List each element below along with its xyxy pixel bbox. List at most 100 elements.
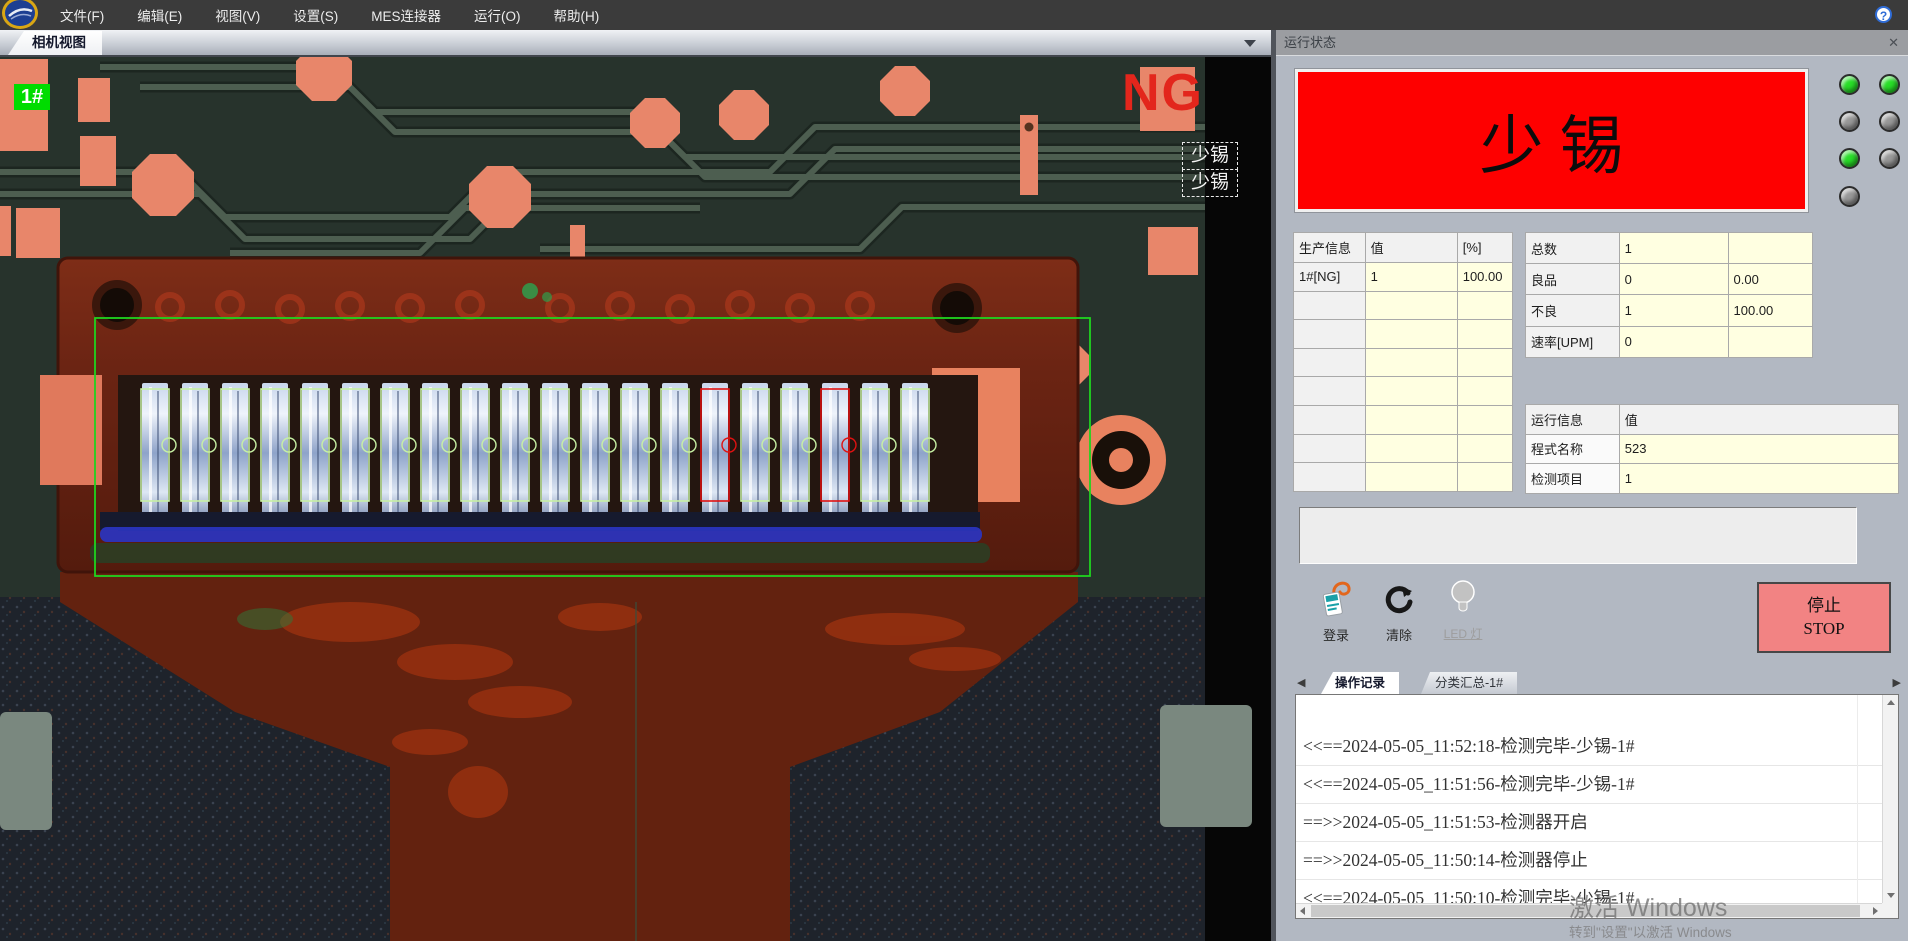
- totals-table: 总数1良品00.00不良1100.00速率[UPM]0: [1525, 232, 1813, 358]
- row-value-cell: [1365, 463, 1457, 492]
- camera-panel: 相机视图: [0, 30, 1272, 941]
- table-row: 检测项目1: [1526, 464, 1899, 494]
- row-label-cell: [1294, 405, 1366, 434]
- row-value-cell: 100.00: [1728, 295, 1812, 326]
- clear-button[interactable]: 清除: [1370, 583, 1428, 644]
- table-header-cell: 运行信息: [1526, 405, 1620, 435]
- windows-activation-watermark: 激活 Windows: [1569, 888, 1727, 924]
- table-row: [1294, 434, 1513, 463]
- table-row: [1294, 463, 1513, 492]
- table-row: 1#[NG]1100.00: [1294, 263, 1513, 292]
- run-info-table: 运行信息值程式名称523检测项目1: [1525, 404, 1899, 494]
- status-lamp-off: [1879, 111, 1900, 132]
- table-row: [1294, 291, 1513, 320]
- stop-button[interactable]: 停止 STOP: [1757, 582, 1891, 653]
- table-row: [1294, 348, 1513, 377]
- row-value-cell: [1365, 348, 1457, 377]
- row-value-cell: [1457, 291, 1512, 320]
- led-label: LED 灯: [1434, 625, 1492, 642]
- table-row: 程式名称523: [1526, 434, 1899, 464]
- scroll-up-icon[interactable]: [1887, 700, 1895, 705]
- table-row: 不良1100.00: [1526, 295, 1813, 326]
- menu-items: 文件(F) 编辑(E) 视图(V) 设置(S) MES连接器 运行(O) 帮助(H): [60, 0, 599, 30]
- tab-dropdown-icon[interactable]: [1244, 40, 1256, 47]
- row-value-cell: 100.00: [1457, 263, 1512, 292]
- alarm-text: 少锡: [1464, 95, 1640, 187]
- panel-header: 运行状态 ✕: [1276, 30, 1908, 56]
- operation-log-list: <<==2024-05-05_11:52:18-检测完毕-少锡-1#<<==20…: [1295, 694, 1899, 919]
- log-entry: ==>>2024-05-05_11:51:53-检测器开启: [1296, 804, 1882, 842]
- station-label: 1#: [14, 84, 50, 110]
- row-value-cell: [1365, 377, 1457, 406]
- scroll-left-icon[interactable]: [1300, 907, 1305, 915]
- row-label-cell: [1294, 377, 1366, 406]
- application-window: 文件(F) 编辑(E) 视图(V) 设置(S) MES连接器 运行(O) 帮助(H) ? 相…: [0, 0, 1908, 941]
- row-value-cell: [1365, 320, 1457, 349]
- tab-scroll-right-icon[interactable]: ▶: [1893, 676, 1901, 689]
- status-lamp-on: [1839, 148, 1860, 169]
- log-rows: <<==2024-05-05_11:52:18-检测完毕-少锡-1#<<==20…: [1296, 695, 1882, 903]
- alarm-banner: 少锡: [1295, 69, 1808, 212]
- defect-tag: 少锡: [1182, 169, 1238, 197]
- vertical-scrollbar[interactable]: [1882, 695, 1898, 903]
- message-box: [1299, 507, 1857, 564]
- row-label-cell: 1#[NG]: [1294, 263, 1366, 292]
- tab-operation-log[interactable]: 操作记录: [1321, 672, 1399, 694]
- pcb-photo: [0, 57, 1272, 941]
- row-value-cell: 0: [1619, 326, 1728, 357]
- table-header-cell: 值: [1365, 233, 1457, 263]
- row-label-cell: 检测项目: [1526, 464, 1620, 494]
- help-icon[interactable]: ?: [1875, 6, 1892, 23]
- close-icon[interactable]: ✕: [1888, 30, 1899, 55]
- run-status-panel: 运行状态 ✕ 少锡 生产信息值[%]1#[NG]1100.00 总数1良品00.…: [1276, 30, 1908, 941]
- status-lamp-on: [1839, 74, 1860, 95]
- login-button[interactable]: 登录: [1307, 580, 1365, 644]
- scroll-down-icon[interactable]: [1887, 893, 1895, 898]
- table-header-cell: [%]: [1457, 233, 1512, 263]
- row-value-cell: [1457, 405, 1512, 434]
- scrollbar-corner: [1882, 903, 1898, 918]
- row-value-cell: 1: [1619, 295, 1728, 326]
- windows-activation-hint: 转到"设置"以激活 Windows: [1569, 921, 1732, 941]
- row-value-cell: 523: [1619, 434, 1898, 464]
- row-value-cell: [1457, 434, 1512, 463]
- log-column-divider: [1857, 695, 1858, 903]
- inspection-result-label: NG: [1122, 63, 1204, 123]
- table-row: 速率[UPM]0: [1526, 326, 1813, 357]
- led-button[interactable]: LED 灯: [1434, 578, 1492, 642]
- row-value-cell: [1457, 463, 1512, 492]
- led-bulb-icon: [1446, 578, 1480, 618]
- row-value-cell: 1: [1619, 233, 1728, 264]
- row-value-cell: 1: [1365, 263, 1457, 292]
- row-value-cell: [1728, 233, 1812, 264]
- row-label-cell: 良品: [1526, 264, 1620, 295]
- log-entry: <<==2024-05-05_11:51:56-检测完毕-少锡-1#: [1296, 766, 1882, 804]
- menu-item[interactable]: 帮助(H): [554, 5, 600, 25]
- row-value-cell: [1457, 320, 1512, 349]
- tab-scroll-left-icon[interactable]: ◀: [1297, 676, 1305, 689]
- menu-item[interactable]: 视图(V): [215, 5, 260, 25]
- table-row: [1294, 405, 1513, 434]
- menu-item[interactable]: 设置(S): [293, 5, 338, 25]
- row-value-cell: 0: [1619, 264, 1728, 295]
- scroll-right-icon[interactable]: [1873, 907, 1878, 915]
- menu-item[interactable]: 文件(F): [60, 5, 104, 25]
- production-table: 生产信息值[%]1#[NG]1100.00: [1293, 232, 1513, 492]
- row-value-cell: [1457, 348, 1512, 377]
- status-lamp-off: [1839, 186, 1860, 207]
- tab-category-summary[interactable]: 分类汇总-1#: [1421, 672, 1517, 694]
- row-label-cell: 总数: [1526, 233, 1620, 264]
- row-label-cell: [1294, 348, 1366, 377]
- menu-item[interactable]: MES连接器: [371, 5, 441, 25]
- edge-tab-left: [0, 712, 52, 830]
- row-label-cell: 不良: [1526, 295, 1620, 326]
- stop-label-cn: 停止: [1807, 595, 1841, 618]
- row-value-cell: [1365, 434, 1457, 463]
- defect-tag: 少锡: [1182, 142, 1238, 170]
- menu-item[interactable]: 运行(O): [474, 5, 521, 25]
- row-value-cell: [1457, 377, 1512, 406]
- log-tabstrip: ◀ 操作记录 分类汇总-1# ▶: [1295, 672, 1903, 694]
- tab-camera-view[interactable]: 相机视图: [8, 31, 102, 55]
- badge-icon: [1318, 580, 1354, 618]
- menu-item[interactable]: 编辑(E): [137, 5, 182, 25]
